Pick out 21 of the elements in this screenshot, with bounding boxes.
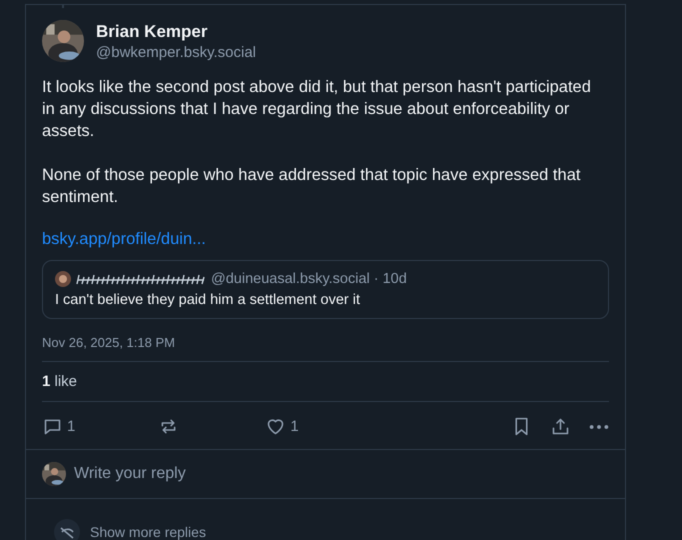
author-name[interactable]: Brian Kemper [96, 22, 256, 42]
quote-text: I can't believe they paid him a settlement over it [55, 292, 362, 308]
quote-avatar-icon [55, 271, 71, 287]
more-button[interactable] [589, 424, 609, 430]
more-icon [589, 424, 609, 430]
reply-field[interactable]: Write your reply [74, 465, 186, 483]
author-handle[interactable]: @bwkemper.bsky.social [96, 44, 256, 60]
post-text: None of those people who have addressed that topic have expressed that sentiment. [42, 165, 582, 208]
share-icon [550, 416, 571, 437]
like-button[interactable]: 1 [265, 416, 299, 437]
profile-link[interactable]: bsky.app/profile/duin... [42, 230, 206, 248]
quoted-post[interactable]: @duineuasal.bsky.social · 10d I can't believe they paid him a settlement over it [42, 260, 609, 319]
reply-button[interactable]: 1 [42, 416, 76, 437]
quote-handle: @duineuasal.bsky.social · 10d [211, 271, 407, 287]
share-button[interactable] [550, 416, 571, 437]
avatar-icon [42, 462, 66, 486]
post-timestamp: Nov 26, 2025, 1:18 PM [42, 335, 609, 362]
post-text: It looks like the second post above did it, but that person hasn't participated in any discussions that I have regarding the issue about enforceability or assets. [42, 77, 592, 142]
show-more-replies[interactable]: Show more replies [90, 524, 206, 540]
avatar-icon [42, 20, 84, 62]
like-count[interactable]: 1 like [42, 362, 609, 402]
